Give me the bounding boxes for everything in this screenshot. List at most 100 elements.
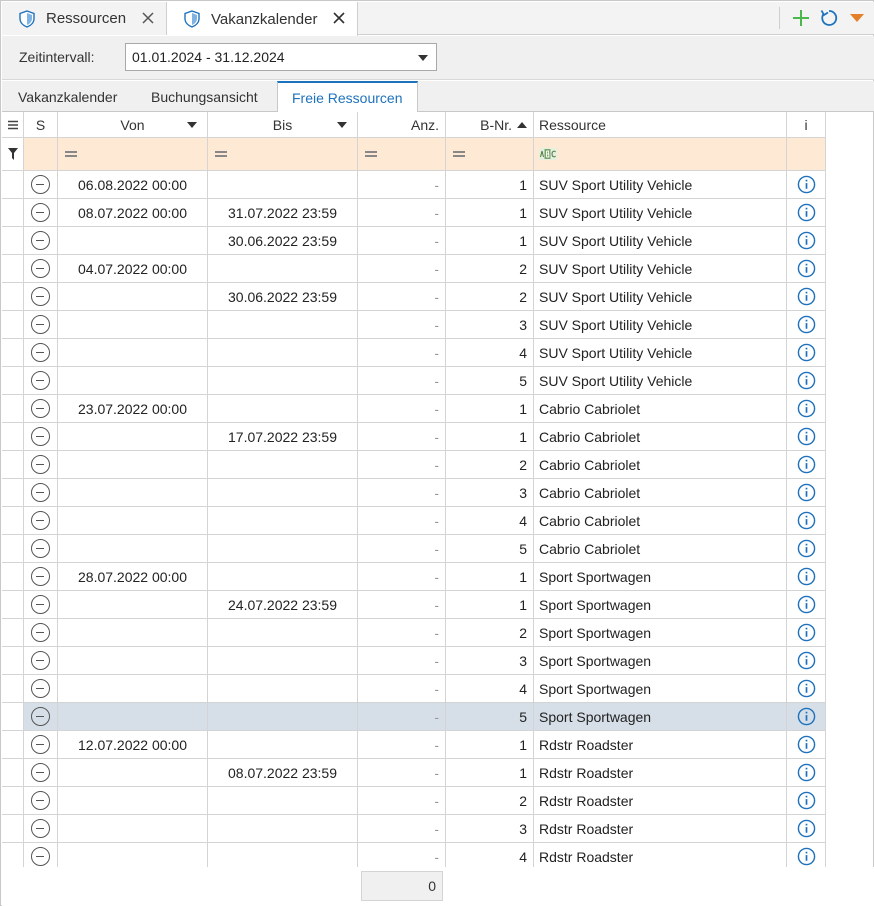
info-cell[interactable] (787, 591, 826, 619)
row-selector[interactable] (2, 759, 24, 787)
info-cell[interactable] (787, 759, 826, 787)
info-icon[interactable] (797, 371, 816, 390)
interval-dropdown[interactable]: 01.01.2024 - 31.12.2024 (125, 43, 437, 71)
doc-tab-ressourcen[interactable]: Ressourcen (2, 2, 167, 35)
close-icon[interactable] (331, 10, 347, 26)
table-row[interactable]: -3 SUV Sport Utility Vehicle (2, 311, 826, 339)
row-selector[interactable] (2, 227, 24, 255)
info-icon[interactable] (797, 287, 816, 306)
info-icon[interactable] (797, 399, 816, 418)
info-icon[interactable] (797, 259, 816, 278)
info-cell[interactable] (787, 787, 826, 815)
info-cell[interactable] (787, 451, 826, 479)
info-cell[interactable] (787, 843, 826, 867)
info-icon[interactable] (797, 707, 816, 726)
table-row[interactable]: -2 Rdstr Roadster (2, 787, 826, 815)
row-selector[interactable] (2, 535, 24, 563)
row-selector[interactable] (2, 619, 24, 647)
row-selector[interactable] (2, 731, 24, 759)
row-selector[interactable] (2, 395, 24, 423)
info-icon[interactable] (797, 679, 816, 698)
info-cell[interactable] (787, 171, 826, 199)
info-icon[interactable] (797, 427, 816, 446)
equals-operator-icon[interactable] (365, 151, 377, 157)
column-header-von[interactable]: Von (58, 112, 208, 138)
table-row[interactable]: -3 Sport Sportwagen (2, 647, 826, 675)
info-icon[interactable] (797, 483, 816, 502)
table-row[interactable]: -5 Cabrio Cabriolet (2, 535, 826, 563)
table-row[interactable]: -4 Sport Sportwagen (2, 675, 826, 703)
info-icon[interactable] (797, 763, 816, 782)
filter-dropdown-icon[interactable] (337, 122, 347, 128)
row-selector[interactable] (2, 703, 24, 731)
row-selector[interactable] (2, 815, 24, 843)
table-row[interactable]: 30.06.2022 23:59-2 SUV Sport Utility Vehi… (2, 283, 826, 311)
row-selector[interactable] (2, 507, 24, 535)
info-cell[interactable] (787, 283, 826, 311)
tab-freie-ressourcen[interactable]: Freie Ressourcen (277, 81, 418, 113)
row-selector[interactable] (2, 479, 24, 507)
row-selector[interactable] (2, 311, 24, 339)
row-selector[interactable] (2, 563, 24, 591)
column-chooser-button[interactable] (2, 112, 24, 138)
table-row[interactable]: 17.07.2022 23:59-1 Cabrio Cabriolet (2, 423, 826, 451)
column-header-s[interactable]: S (24, 112, 58, 138)
row-selector[interactable] (2, 255, 24, 283)
column-header-i[interactable]: i (787, 112, 826, 138)
info-cell[interactable] (787, 227, 826, 255)
info-cell[interactable] (787, 647, 826, 675)
equals-operator-icon[interactable] (453, 151, 465, 157)
column-header-ressource[interactable]: Ressource (534, 112, 787, 138)
table-row[interactable]: 12.07.2022 00:00 -1 Rdstr Roadster (2, 731, 826, 759)
info-cell[interactable] (787, 339, 826, 367)
info-icon[interactable] (797, 315, 816, 334)
info-cell[interactable] (787, 199, 826, 227)
info-cell[interactable] (787, 311, 826, 339)
filter-cell-von[interactable] (58, 138, 208, 171)
table-row[interactable]: -3 Cabrio Cabriolet (2, 479, 826, 507)
info-icon[interactable] (797, 819, 816, 838)
row-selector[interactable] (2, 423, 24, 451)
tab-buchungsansicht[interactable]: Buchungsansicht (137, 81, 272, 112)
info-cell[interactable] (787, 703, 826, 731)
table-row[interactable]: 24.07.2022 23:59-1 Sport Sportwagen (2, 591, 826, 619)
table-row[interactable]: -4 Rdstr Roadster (2, 843, 826, 867)
info-icon[interactable] (797, 595, 816, 614)
row-selector[interactable] (2, 171, 24, 199)
filter-dropdown-icon[interactable] (187, 122, 197, 128)
info-icon[interactable] (797, 539, 816, 558)
info-cell[interactable] (787, 563, 826, 591)
row-selector[interactable] (2, 339, 24, 367)
row-selector[interactable] (2, 199, 24, 227)
filter-cell-anz[interactable] (358, 138, 446, 171)
info-icon[interactable] (797, 231, 816, 250)
info-icon[interactable] (797, 623, 816, 642)
info-cell[interactable] (787, 479, 826, 507)
info-icon[interactable] (797, 847, 816, 866)
info-icon[interactable] (797, 651, 816, 670)
info-cell[interactable] (787, 815, 826, 843)
info-cell[interactable] (787, 731, 826, 759)
table-row[interactable]: 04.07.2022 00:00 -2 SUV Sport Utility Vehi… (2, 255, 826, 283)
filter-cell-i[interactable] (787, 138, 826, 171)
info-icon[interactable] (797, 735, 816, 754)
refresh-button[interactable] (818, 7, 840, 29)
row-selector[interactable] (2, 787, 24, 815)
info-cell[interactable] (787, 395, 826, 423)
table-row[interactable]: 28.07.2022 00:00 -1 Sport Sportwagen (2, 563, 826, 591)
equals-operator-icon[interactable] (65, 151, 77, 157)
info-cell[interactable] (787, 675, 826, 703)
table-row[interactable]: -4 Cabrio Cabriolet (2, 507, 826, 535)
text-filter-abc-icon[interactable] (539, 148, 557, 160)
table-row[interactable]: 23.07.2022 00:00 -1 Cabrio Cabriolet (2, 395, 826, 423)
table-row[interactable]: 06.08.2022 00:00 -1 SUV Sport Utility Vehi… (2, 171, 826, 199)
doc-tab-vakanzkalender[interactable]: Vakanzkalender (167, 2, 358, 36)
row-selector[interactable] (2, 675, 24, 703)
info-cell[interactable] (787, 619, 826, 647)
info-icon[interactable] (797, 567, 816, 586)
column-header-bis[interactable]: Bis (208, 112, 358, 138)
table-row[interactable]: 08.07.2022 23:59-1 Rdstr Roadster (2, 759, 826, 787)
menu-dropdown-button[interactable] (846, 7, 868, 29)
equals-operator-icon[interactable] (215, 151, 227, 157)
table-row[interactable]: -5 SUV Sport Utility Vehicle (2, 367, 826, 395)
